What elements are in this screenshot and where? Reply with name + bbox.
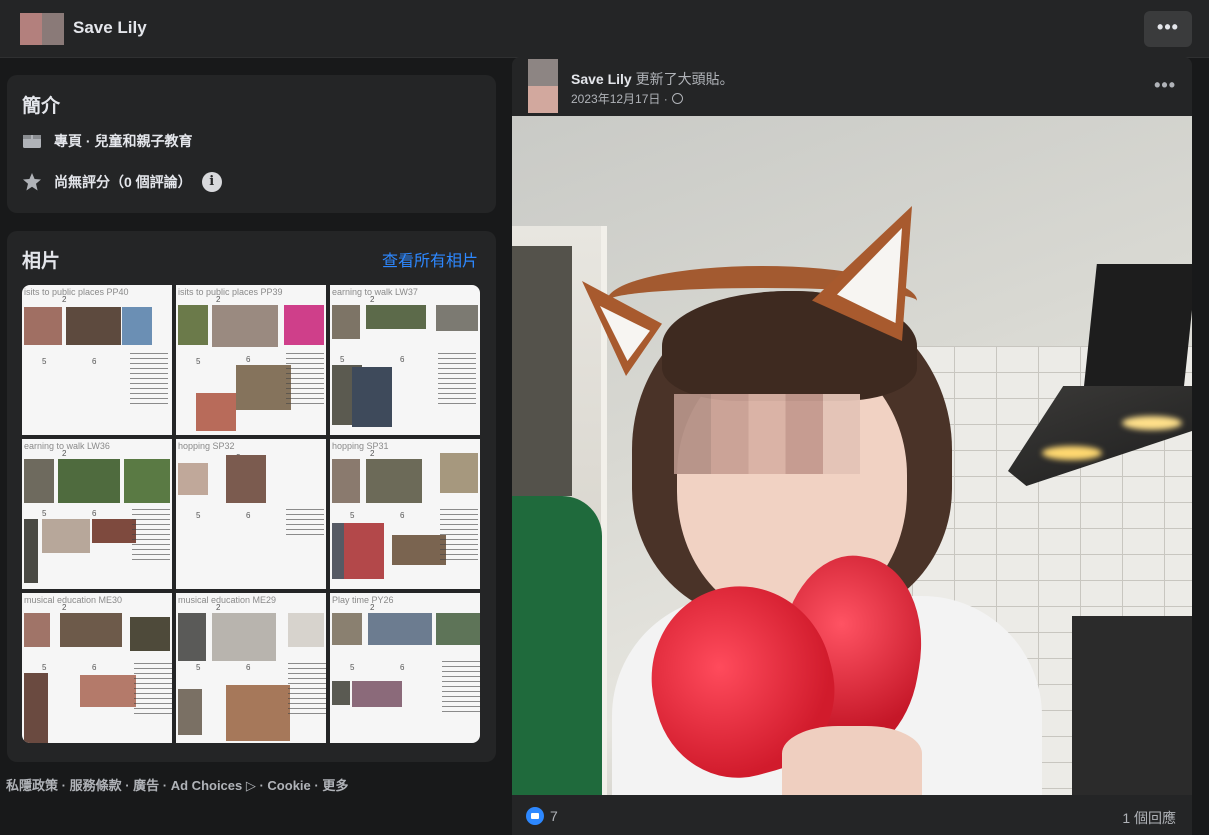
photo-thumbnail[interactable]: earning to walk LW36 2 5 6 [22,439,172,589]
thumbnail-caption: hopping SP31 [332,441,389,451]
post-photo[interactable] [512,116,1192,795]
thumbnail-number: 5 [42,663,47,672]
footer-link-more[interactable]: 更多 [322,778,348,793]
photo-thumbnail[interactable]: Play time PY26 2 5 6 [330,593,480,743]
thumbnail-number: 2 [216,295,221,304]
thumbnail-number: 6 [400,663,405,672]
thumbnail-number: 6 [246,663,251,672]
thumbnail-number: 6 [92,509,97,518]
thumbnail-number: 6 [246,355,251,364]
footer-separator: · [310,778,323,793]
page-title[interactable]: Save Lily [73,18,147,38]
photo-thumbnail[interactable]: hopping SP31 2 5 6 [330,439,480,589]
rating-text: 尚無評分（0 個評論） [54,174,192,190]
like-icon [526,807,544,825]
thumbnail-caption: earning to walk LW36 [24,441,110,451]
reaction-summary[interactable]: 7 [526,807,558,825]
thumbnail-caption: earning to walk LW37 [332,287,418,297]
thumbnail-number: 2 [62,295,67,304]
post-date[interactable]: 2023年12月17日 · [571,90,668,107]
thumbnail-number: 5 [42,357,47,366]
star-icon [22,172,42,192]
thumbnail-caption: Play time PY26 [332,595,394,605]
profile-picture-post: Save Lily 更新了大頭貼。 2023年12月17日 · ••• 7 1 … [512,57,1192,835]
thumbnail-number: 6 [246,511,251,520]
photo-grid: isits to public places PP40 2 5 6 isits … [22,285,480,743]
thumbnail-number: 5 [350,663,355,672]
photo-thumbnail[interactable]: isits to public places PP39 2 5 6 [176,285,326,435]
footer-link-ads[interactable]: 廣告 [133,778,159,793]
photo-thumbnail[interactable]: hopping SP32 2 5 6 [176,439,326,589]
photo-thumbnail[interactable]: musical education ME30 2 5 6 [22,593,172,743]
post-more-options-button[interactable]: ••• [1154,75,1176,96]
author-avatar[interactable] [528,59,558,113]
thumbnail-number: 2 [370,449,375,458]
pixelated-eyes [674,394,860,474]
thumbnail-number: 2 [370,295,375,304]
thumbnail-caption: musical education ME29 [178,595,277,605]
like-count: 7 [550,808,558,824]
thumbnail-number: 5 [196,663,201,672]
footer-link-ad-choices[interactable]: Ad Choices ▷ [171,778,256,793]
footer-separator: · [121,778,134,793]
intro-title: 簡介 [22,96,61,117]
footer-link-cookie[interactable]: Cookie [267,778,310,793]
post-header: Save Lily 更新了大頭貼。 [571,69,734,89]
thumbnail-number: 5 [350,511,355,520]
post-action-text: 更新了大頭貼。 [635,71,734,87]
thumbnail-caption: isits to public places PP40 [24,287,129,297]
thumbnail-caption: musical education ME30 [24,595,123,605]
footer-separator: · [58,778,70,793]
photos-title: 相片 [22,251,61,272]
thumbnail-number: 6 [92,357,97,366]
post-meta: 2023年12月17日 · [571,90,683,107]
photo-thumbnail[interactable]: musical education ME29 2 5 6 [176,593,326,743]
thumbnail-number: 6 [400,511,405,520]
top-bar: Save Lily ••• [0,0,1209,58]
footer-separator: · [159,778,171,793]
photos-card: 相片 查看所有相片 isits to public places PP40 2 … [7,231,496,762]
thumbnail-number: 2 [370,603,375,612]
thumbnail-number: 5 [196,357,201,366]
thumbnail-number: 2 [62,603,67,612]
photo-thumbnail[interactable]: earning to walk LW37 2 5 6 [330,285,480,435]
more-options-button[interactable]: ••• [1144,11,1192,47]
thumbnail-number: 5 [196,511,201,520]
photo-thumbnail[interactable]: isits to public places PP40 2 5 6 [22,285,172,435]
info-icon[interactable]: i [201,172,222,192]
category-row: 專頁 · 兒童和親子教育 [22,131,192,151]
globe-icon [671,93,683,104]
comment-count[interactable]: 1 個回應 [1122,808,1176,828]
page-avatar[interactable] [20,13,64,45]
thumbnail-number: 6 [400,355,405,364]
thumbnail-number: 2 [216,603,221,612]
see-all-photos-link[interactable]: 查看所有相片 [382,247,478,271]
thumbnail-number: 5 [42,509,47,518]
thumbnail-caption: hopping SP32 [178,441,235,451]
footer-links: 私隱政策 · 服務條款 · 廣告 · Ad Choices ▷ · Cookie… [6,775,348,794]
thumbnail-number: 6 [92,663,97,672]
rating-row: 尚無評分（0 個評論） i [22,172,222,192]
post-author-link[interactable]: Save Lily [571,71,632,87]
thumbnail-caption: isits to public places PP39 [178,287,283,297]
intro-card: 簡介 專頁 · 兒童和親子教育 尚無評分（0 個評論） i [7,75,496,213]
footer-link-privacy[interactable]: 私隱政策 [6,778,58,793]
page-flag-icon [22,131,42,151]
thumbnail-number: 5 [340,355,345,364]
category-text: 專頁 · 兒童和親子教育 [54,133,193,149]
footer-separator: · [255,778,268,793]
thumbnail-number: 2 [62,449,67,458]
footer-link-terms[interactable]: 服務條款 [70,778,122,793]
